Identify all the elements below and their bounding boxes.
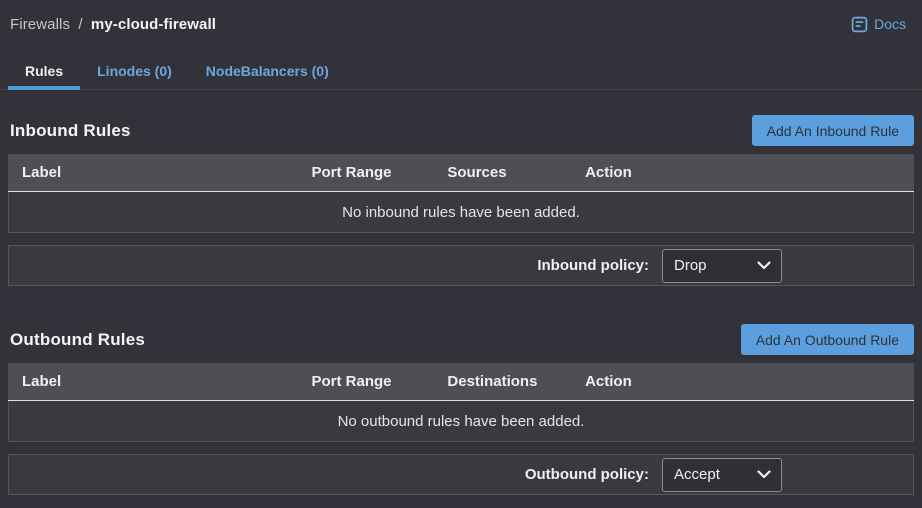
breadcrumb-current-firewall: my-cloud-firewall (91, 16, 216, 33)
outbound-column-action: Action (585, 373, 914, 390)
add-outbound-rule-button[interactable]: Add An Outbound Rule (741, 324, 914, 355)
breadcrumb-separator: / (78, 16, 82, 33)
outbound-empty-message: No outbound rules have been added. (338, 413, 585, 430)
outbound-policy-select[interactable]: Accept (662, 458, 782, 492)
inbound-column-port-range: Port Range (312, 164, 448, 181)
inbound-table-header-row: Label Port Range Sources Action (8, 154, 914, 192)
docs-link-label: Docs (874, 16, 906, 32)
inbound-policy-label: Inbound policy: (537, 257, 649, 274)
outbound-column-label: Label (8, 373, 312, 390)
inbound-policy-select[interactable]: Drop (662, 249, 782, 283)
outbound-section-header: Outbound Rules Add An Outbound Rule (8, 324, 914, 355)
outbound-column-destinations: Destinations (447, 373, 585, 390)
tab-rules[interactable]: Rules (8, 53, 80, 89)
inbound-policy-selected-value: Drop (674, 257, 707, 274)
inbound-rules-title: Inbound Rules (8, 121, 131, 141)
inbound-column-sources: Sources (447, 164, 585, 181)
page-header: Firewalls / my-cloud-firewall Docs (0, 0, 922, 38)
tab-linodes[interactable]: Linodes (0) (80, 53, 189, 89)
chevron-down-icon (757, 470, 771, 479)
breadcrumb-firewalls-link[interactable]: Firewalls (10, 16, 70, 33)
docs-icon (851, 16, 868, 33)
outbound-rules-table: Label Port Range Destinations Action No … (8, 363, 914, 442)
inbound-column-action: Action (585, 164, 914, 181)
inbound-empty-message: No inbound rules have been added. (342, 204, 580, 221)
inbound-section-header: Inbound Rules Add An Inbound Rule (8, 115, 914, 146)
outbound-rules-title: Outbound Rules (8, 330, 145, 350)
outbound-empty-row: No outbound rules have been added. (8, 401, 914, 442)
inbound-empty-row: No inbound rules have been added. (8, 192, 914, 233)
inbound-column-label: Label (8, 164, 312, 181)
breadcrumb: Firewalls / my-cloud-firewall (10, 16, 216, 33)
inbound-rules-table: Label Port Range Sources Action No inbou… (8, 154, 914, 233)
tab-bar: Rules Linodes (0) NodeBalancers (0) (0, 53, 922, 90)
tab-nodebalancers[interactable]: NodeBalancers (0) (189, 53, 346, 89)
docs-link[interactable]: Docs (851, 16, 906, 33)
add-inbound-rule-button[interactable]: Add An Inbound Rule (752, 115, 914, 146)
outbound-policy-label: Outbound policy: (525, 466, 649, 483)
firewall-detail-page: Firewalls / my-cloud-firewall Docs Rules… (0, 0, 922, 508)
outbound-table-header-row: Label Port Range Destinations Action (8, 363, 914, 401)
chevron-down-icon (757, 261, 771, 270)
outbound-policy-selected-value: Accept (674, 466, 720, 483)
outbound-policy-row: Outbound policy: Accept (8, 454, 914, 495)
outbound-column-port-range: Port Range (312, 373, 448, 390)
inbound-policy-row: Inbound policy: Drop (8, 245, 914, 286)
